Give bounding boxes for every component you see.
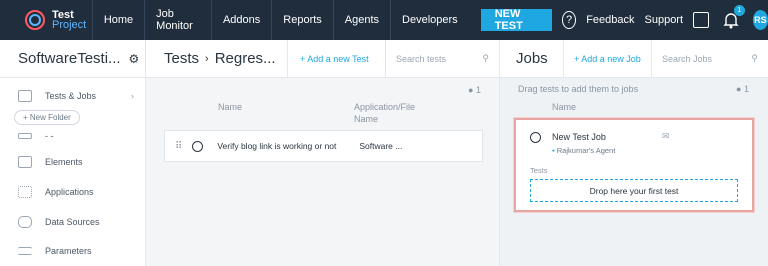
breadcrumb: Tests › Regres...	[146, 50, 287, 67]
nav-addons[interactable]: Addons	[210, 0, 271, 40]
testproject-logo-icon	[25, 10, 45, 30]
jobs-panel: Jobs + Add a new Job Search Jobs ⚲ Drag …	[500, 39, 768, 266]
nav-reports[interactable]: Reports	[271, 0, 333, 40]
globe-icon	[192, 140, 204, 152]
support-link[interactable]: Support	[645, 14, 684, 26]
search-tests-input[interactable]: Search tests ⚲	[385, 39, 499, 78]
job-tests-label: Tests	[530, 166, 548, 175]
elements-icon	[18, 156, 32, 168]
database-icon	[18, 216, 32, 228]
sliders-icon	[18, 247, 32, 255]
jobs-title: Jobs	[516, 50, 548, 67]
project-settings-icon[interactable]: ⚙	[129, 52, 140, 66]
sidebar-item-label: Applications	[45, 187, 94, 197]
project-name[interactable]: SoftwareTesti...	[18, 50, 121, 67]
globe-icon	[530, 132, 541, 143]
folder-outline-icon	[18, 133, 32, 139]
sidebar-item-applications[interactable]: Applications	[18, 186, 94, 198]
sidebar-item-elements[interactable]: Elements	[18, 156, 83, 168]
tests-header: Tests › Regres... + Add a new Test Searc…	[146, 39, 499, 78]
agent-icon: ▪	[552, 146, 555, 155]
nav-home[interactable]: Home	[91, 0, 144, 40]
job-card[interactable]: New Test Job ✉ ▪ Rajkumar's Agent Tests …	[514, 118, 754, 212]
sidebar-item-label: Tests & Jobs	[45, 91, 97, 101]
column-header-name: Name	[218, 102, 243, 112]
breadcrumb-tests[interactable]: Tests	[164, 50, 199, 67]
chevron-right-icon[interactable]: ›	[131, 91, 134, 101]
sidebar-item-folder-placeholder: - -	[18, 131, 54, 141]
column-header-application: Application/File	[354, 102, 416, 112]
nav-developers[interactable]: Developers	[390, 0, 469, 40]
jobs-count-badge: ● 1	[736, 84, 749, 94]
sidebar-item-tests-jobs[interactable]: Tests & Jobs ›	[18, 90, 134, 102]
tests-panel: Tests › Regres... + Add a new Test Searc…	[146, 39, 500, 266]
nav-agents[interactable]: Agents	[332, 0, 390, 40]
test-app: Software ...	[359, 141, 403, 151]
feedback-link[interactable]: Feedback	[586, 14, 634, 26]
search-placeholder: Search tests	[396, 53, 447, 64]
add-new-test-link[interactable]: + Add a new Test	[287, 39, 385, 78]
sidebar-item-label: Elements	[45, 157, 83, 167]
folder-placeholder-text: - -	[45, 131, 54, 141]
new-test-button[interactable]: NEW TEST	[480, 8, 552, 32]
monitor-icon[interactable]	[693, 12, 709, 28]
applications-icon	[18, 186, 32, 198]
drag-handle-icon[interactable]: ⠿	[175, 141, 182, 152]
new-folder-button[interactable]: + New Folder	[14, 110, 80, 125]
breadcrumb-current: Regres...	[214, 50, 276, 67]
column-header-application-name: Name	[354, 114, 379, 124]
job-name[interactable]: New Test Job	[552, 132, 606, 142]
table-row[interactable]: ⠿ Verify blog link is working or not Sof…	[164, 130, 483, 162]
sidebar-item-label: Data Sources	[45, 217, 100, 227]
test-name[interactable]: Verify blog link is working or not	[217, 141, 347, 151]
notification-bell-icon[interactable]: 1	[723, 5, 745, 29]
tests-count-badge: ● 1	[468, 85, 481, 95]
avatar[interactable]: RS	[752, 10, 768, 30]
breadcrumb-separator: ›	[205, 52, 209, 65]
top-navbar: Test Project Home Job Monitor Addons Rep…	[0, 0, 768, 40]
sidebar-item-label: Parameters	[45, 246, 92, 256]
add-new-job-link[interactable]: + Add a new Job	[563, 39, 651, 78]
folder-icon	[18, 90, 32, 102]
search-placeholder: Search Jobs	[662, 53, 713, 64]
job-agent: ▪ Rajkumar's Agent	[552, 146, 616, 155]
logo[interactable]: Test Project	[0, 0, 92, 40]
search-jobs-input[interactable]: Search Jobs ⚲	[651, 39, 768, 78]
search-icon[interactable]: ⚲	[751, 53, 758, 64]
email-icon[interactable]: ✉	[662, 131, 670, 142]
nav-job-monitor[interactable]: Job Monitor	[144, 0, 211, 40]
help-icon[interactable]: ?	[562, 11, 577, 29]
sidebar-item-data-sources[interactable]: Data Sources	[18, 216, 100, 228]
project-header: SoftwareTesti... ⚙	[0, 40, 145, 78]
jobs-header: Jobs + Add a new Job Search Jobs ⚲	[500, 39, 768, 78]
logo-text-project: Project	[52, 19, 87, 31]
column-header-name: Name	[552, 102, 577, 112]
jobs-hint: Drag tests to add them to jobs	[518, 84, 639, 94]
sidebar-item-parameters[interactable]: Parameters	[18, 246, 92, 256]
left-sidebar: SoftwareTesti... ⚙ Tests & Jobs › + New …	[0, 40, 146, 266]
drop-zone[interactable]: Drop here your first test	[530, 179, 738, 202]
notification-count-badge: 1	[733, 5, 745, 16]
search-icon[interactable]: ⚲	[482, 53, 489, 64]
